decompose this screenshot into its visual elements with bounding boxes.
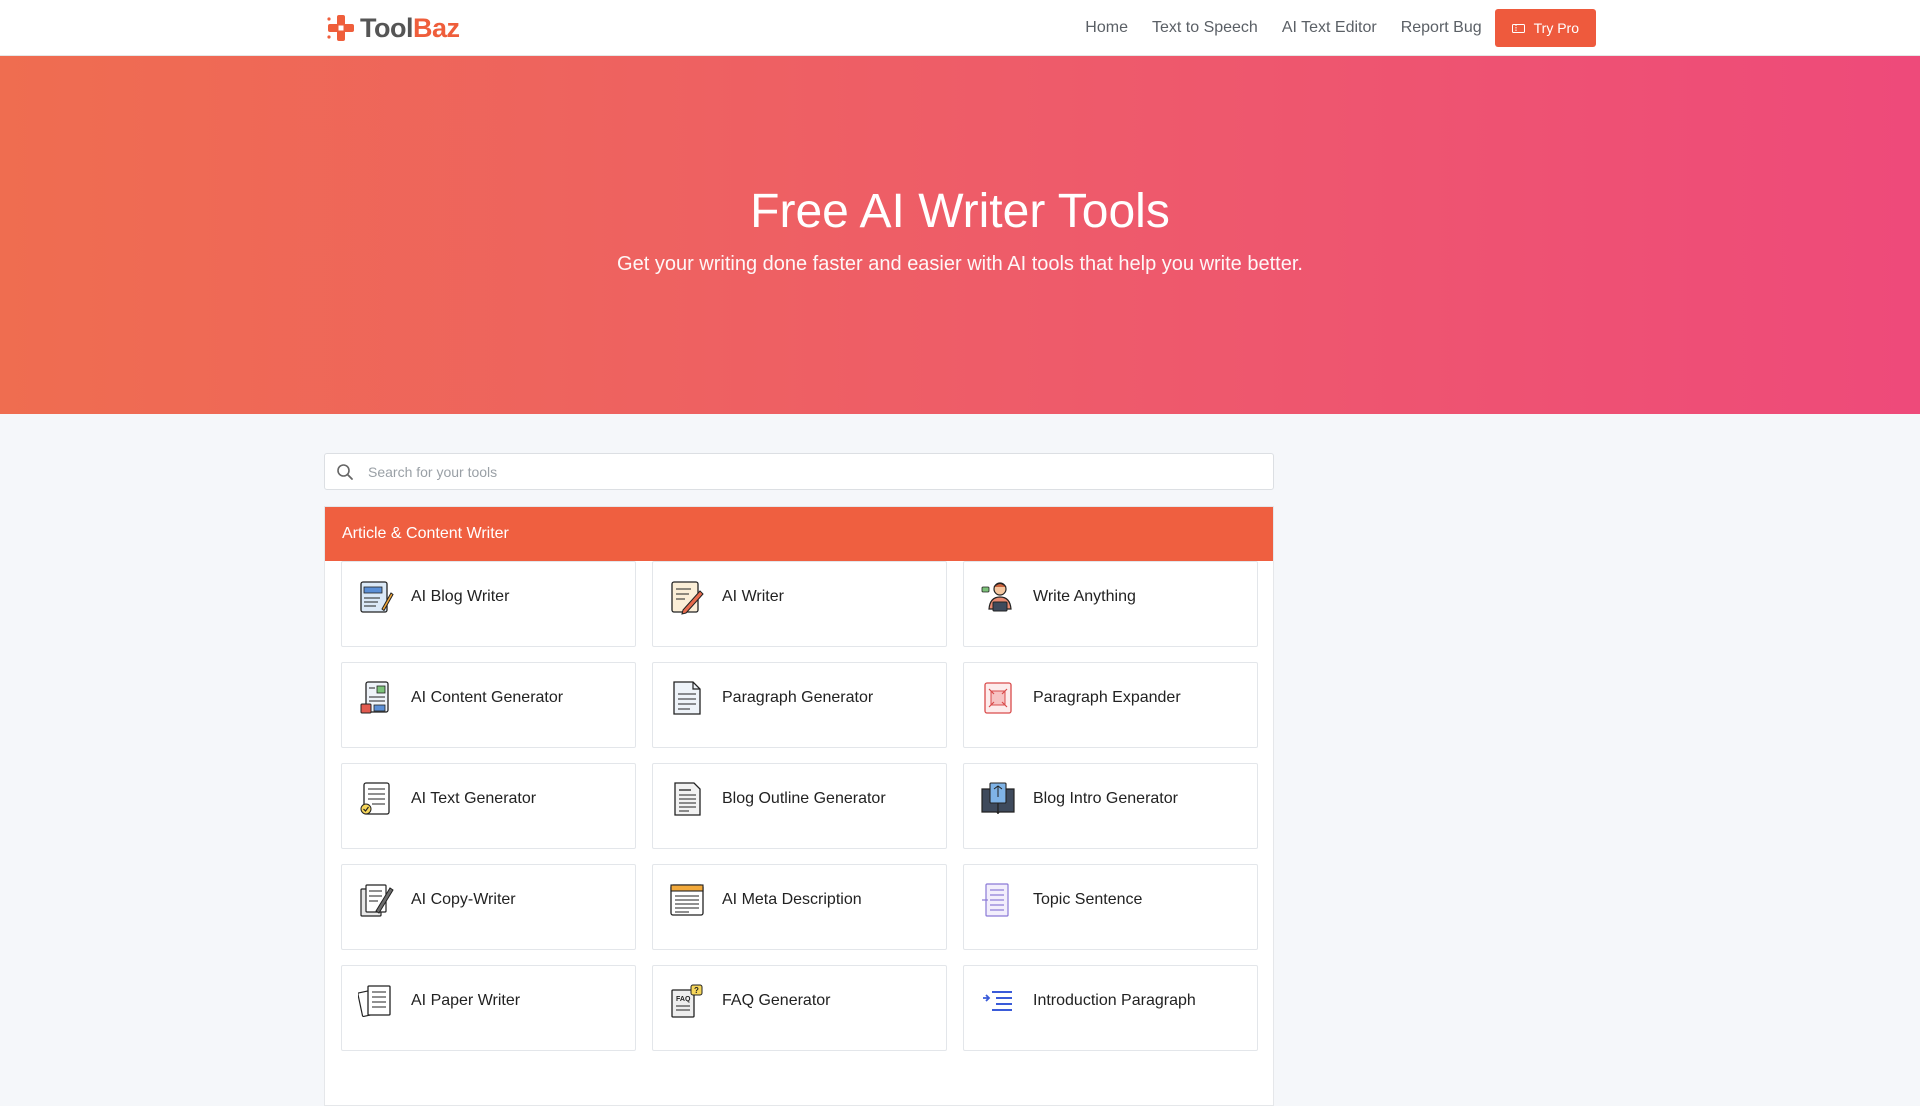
tool-card-ai-blog-writer[interactable]: AI Blog Writer: [341, 561, 636, 647]
hero-title: Free AI Writer Tools: [750, 185, 1170, 238]
search-bar: [324, 453, 1274, 490]
papers-icon: [358, 985, 391, 1018]
tool-card-ai-meta-description[interactable]: AI Meta Description: [652, 864, 947, 950]
tool-label: AI Meta Description: [722, 891, 862, 908]
faq-icon: FAQ ?: [671, 984, 703, 1018]
try-pro-label: Try Pro: [1533, 20, 1579, 36]
nav-links: Home Text to Speech AI Text Editor Repor…: [1073, 9, 1596, 47]
topic-icon: [982, 883, 1009, 917]
tool-label: FAQ Generator: [722, 992, 831, 1009]
outline-icon: [674, 782, 701, 816]
navbar: ToolBaz Home Text to Speech AI Text Edit…: [0, 0, 1920, 56]
brand-name-part2: Baz: [412, 12, 460, 43]
tool-label: AI Copy-Writer: [411, 891, 516, 908]
tool-label: AI Content Generator: [411, 689, 564, 706]
copywriter-icon: [360, 884, 394, 917]
writer-icon: [671, 581, 704, 615]
brand-name: ToolBaz: [360, 13, 460, 44]
tool-card-blog-intro-generator[interactable]: Blog Intro Generator: [963, 763, 1258, 849]
hero-subtitle: Get your writing done faster and easier …: [617, 253, 1303, 275]
tool-card-ai-paper-writer[interactable]: AI Paper Writer: [341, 965, 636, 1051]
tool-label: AI Text Generator: [411, 790, 537, 807]
tool-label: AI Blog Writer: [411, 588, 510, 605]
search-icon: [337, 463, 353, 480]
tool-card-write-anything[interactable]: Write Anything: [963, 561, 1258, 647]
hero-banner: Free AI Writer Tools Get your writing do…: [0, 56, 1920, 414]
tool-label: AI Writer: [722, 588, 784, 605]
intro-icon: [983, 991, 1012, 1011]
nav-link-home[interactable]: Home: [1073, 9, 1140, 47]
tool-label: Introduction Paragraph: [1033, 992, 1196, 1009]
tool-card-topic-sentence[interactable]: Topic Sentence: [963, 864, 1258, 950]
person-laptop-icon: [981, 582, 1012, 612]
nav-link-text-to-speech[interactable]: Text to Speech: [1140, 9, 1270, 47]
brand-name-part1: Tool: [360, 12, 413, 43]
tool-label: AI Paper Writer: [411, 992, 521, 1009]
ticket-icon: [1511, 23, 1525, 33]
svg-text:FAQ: FAQ: [676, 996, 691, 1003]
try-pro-button[interactable]: Try Pro: [1494, 9, 1596, 47]
blog-icon: [360, 581, 394, 613]
tool-label: Topic Sentence: [1033, 891, 1143, 908]
category-title: Article & Content Writer: [325, 507, 1273, 561]
logo[interactable]: ToolBaz: [326, 10, 460, 46]
tool-label: Paragraph Generator: [722, 689, 874, 706]
category-panel: Article & Content Writer AI Blog Writer …: [324, 506, 1274, 1106]
tool-label: Blog Outline Generator: [722, 790, 886, 807]
tool-card-ai-text-generator[interactable]: AI Text Generator: [341, 763, 636, 849]
paragraph-icon: [673, 681, 701, 715]
tool-label: Blog Intro Generator: [1033, 790, 1178, 807]
tool-card-introduction-paragraph[interactable]: Introduction Paragraph: [963, 965, 1258, 1051]
tool-card-blog-outline-generator[interactable]: Blog Outline Generator: [652, 763, 947, 849]
tool-label: Write Anything: [1033, 588, 1136, 605]
search-input[interactable]: [366, 454, 1273, 489]
tool-label: Paragraph Expander: [1033, 689, 1181, 706]
content-generator-icon: [360, 681, 389, 714]
nav-link-report-bug[interactable]: Report Bug: [1389, 9, 1494, 47]
tool-card-paragraph-expander[interactable]: Paragraph Expander: [963, 662, 1258, 748]
tool-card-ai-copy-writer[interactable]: AI Copy-Writer: [341, 864, 636, 950]
meta-icon: [670, 884, 704, 916]
tool-card-ai-content-generator[interactable]: AI Content Generator: [341, 662, 636, 748]
text-generator-icon: [360, 782, 390, 815]
tools-grid: AI Blog Writer AI Writer Write Anything: [341, 561, 1258, 1066]
tool-card-paragraph-generator[interactable]: Paragraph Generator: [652, 662, 947, 748]
svg-text:?: ?: [694, 986, 699, 995]
nav-link-ai-text-editor[interactable]: AI Text Editor: [1270, 9, 1389, 47]
plus-cross-logo-icon: [327, 15, 354, 41]
tool-card-faq-generator[interactable]: FAQ ? FAQ Generator: [652, 965, 947, 1051]
tool-card-ai-writer[interactable]: AI Writer: [652, 561, 947, 647]
book-icon: [981, 782, 1015, 815]
expand-icon: [984, 682, 1012, 714]
